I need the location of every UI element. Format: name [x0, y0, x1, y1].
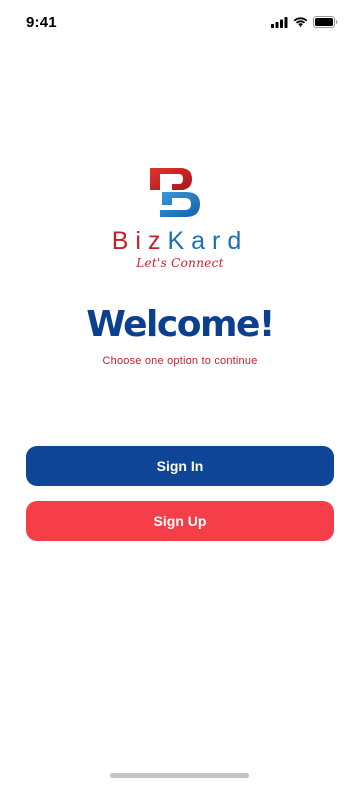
- brand-name-part1: Biz: [111, 227, 168, 255]
- status-bar: 9:41: [0, 0, 360, 46]
- brand-name: BizKard: [0, 226, 360, 256]
- status-time: 9:41: [26, 14, 57, 31]
- home-indicator: [110, 773, 249, 778]
- brand-tagline: Let's Connect: [136, 256, 224, 270]
- battery-icon: [313, 16, 338, 28]
- cellular-signal-icon: [271, 16, 288, 28]
- wifi-icon: [293, 16, 308, 27]
- welcome-title: Welcome!: [86, 304, 275, 345]
- sign-in-button[interactable]: Sign In: [26, 446, 334, 486]
- welcome-subtitle: Choose one option to continue: [102, 355, 258, 367]
- sign-up-button[interactable]: Sign Up: [26, 501, 334, 541]
- status-icons: [271, 16, 338, 28]
- bizkard-b-logo-icon: [150, 168, 200, 217]
- brand-name-part2: Kard: [167, 227, 249, 255]
